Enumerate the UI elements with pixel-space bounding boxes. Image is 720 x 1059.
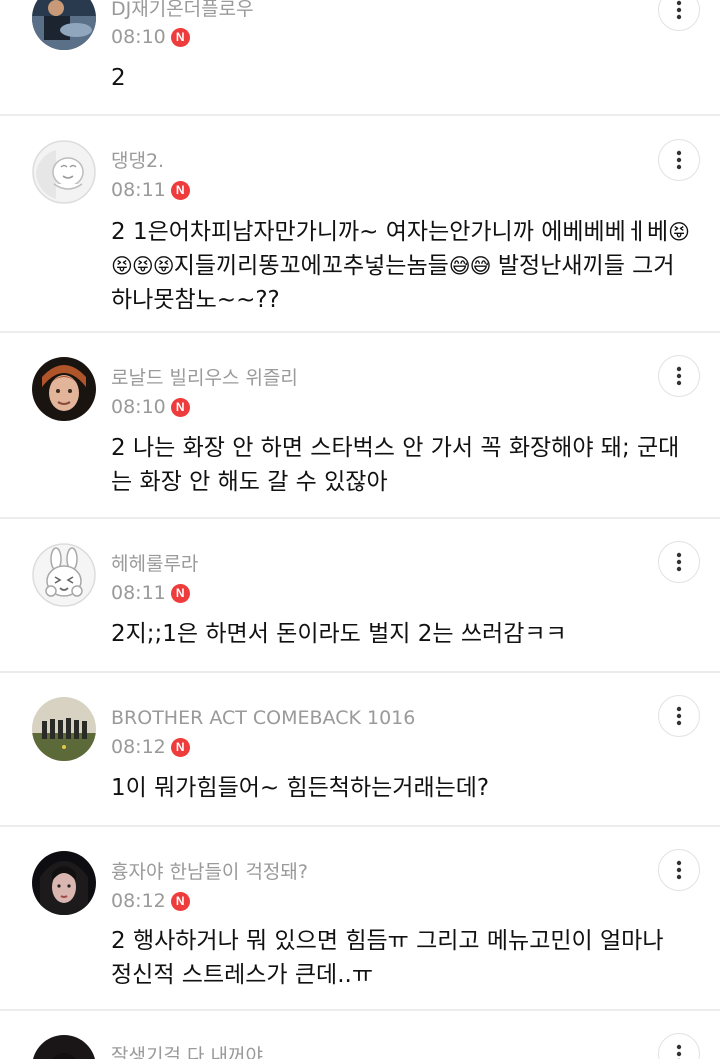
more-vertical-icon <box>676 552 682 572</box>
comment-item: 로날드 빌리우스 위즐리 08:10 N 2 나는 화장 안 하면 스타벅스 안… <box>0 333 720 519</box>
avatar[interactable] <box>32 1035 96 1059</box>
comment-text: 2 행사하거나 뭐 있으면 힘듬ㅠ 그리고 메뉴고민이 얼마나 정신적 스트레스… <box>111 928 664 988</box>
avatar[interactable] <box>32 697 96 761</box>
comment-item: 헤헤룰루라 08:11 N 2지;;1은 하면서 돈이라도 벌지 2는 쓰러감ㅋ… <box>0 519 720 673</box>
timestamp: 08:11 <box>111 582 166 604</box>
comment-meta: 08:10 N <box>111 395 190 419</box>
new-badge: N <box>170 397 190 417</box>
more-vertical-icon <box>676 366 682 386</box>
comment-text-part: 2 1은어차피남자만가니까~ 여자는안가니까 에베베베ㅔ베 <box>111 219 669 245</box>
comment-item: 흉자야 한남들이 걱정돼? 08:12 N 2 행사하거나 뭐 있으면 힘듬ㅠ … <box>0 827 720 1011</box>
author-name[interactable]: BROTHER ACT COMEBACK 1016 <box>111 706 415 730</box>
author-name[interactable]: 댕댕2. <box>111 149 164 173</box>
comment-meta: 08:12 N <box>111 735 190 759</box>
new-badge: N <box>170 180 190 200</box>
more-vertical-icon <box>676 860 682 880</box>
sweat-smile-emoji-icon: 😅😅 <box>448 254 492 278</box>
timestamp: 08:10 <box>111 396 166 418</box>
timestamp: 08:10 <box>111 26 166 48</box>
more-vertical-icon <box>676 706 682 726</box>
comment-text: 2 <box>111 65 126 91</box>
comment-text-part: 지들끼리똥꼬에꼬추넣는놈들 <box>173 253 449 279</box>
comment-item: 잘생기걸 다 내꺼야 <box>0 1011 720 1059</box>
timestamp: 08:11 <box>111 179 166 201</box>
more-options-button[interactable] <box>658 695 700 737</box>
new-badge: N <box>170 891 190 911</box>
comment-text: 2 1은어차피남자만가니까~ 여자는안가니까 에베베베ㅔ베😝😝😝😝지들끼리똥꼬에… <box>111 215 691 317</box>
author-name[interactable]: 잘생기걸 다 내꺼야 <box>111 1044 263 1059</box>
comment-text: 1이 뭐가힘들어~ 힘든척하는거래는데? <box>111 775 490 801</box>
more-options-button[interactable] <box>658 139 700 181</box>
more-options-button[interactable] <box>658 355 700 397</box>
more-options-button[interactable] <box>658 849 700 891</box>
comment-item: BROTHER ACT COMEBACK 1016 08:12 N 1이 뭐가힘… <box>0 673 720 827</box>
new-badge: N <box>170 27 190 47</box>
comment-text: 2지;;1은 하면서 돈이라도 벌지 2는 쓰러감ㅋㅋ <box>111 621 567 647</box>
comment-item: DJ재기온더플로우 08:10 N 2 <box>0 0 720 116</box>
comment-meta: 08:10 N <box>111 25 190 49</box>
avatar[interactable] <box>32 851 96 915</box>
avatar[interactable] <box>32 140 96 204</box>
comment-meta: 08:12 N <box>111 889 190 913</box>
more-vertical-icon <box>676 1044 682 1059</box>
author-name[interactable]: 헤헤룰루라 <box>111 552 198 576</box>
avatar[interactable] <box>32 543 96 607</box>
author-name[interactable]: 로날드 빌리우스 위즐리 <box>111 366 298 390</box>
comment-list: DJ재기온더플로우 08:10 N 2 댕댕2. 08:11 N 2 1은어차피… <box>0 0 720 1059</box>
more-options-button[interactable] <box>658 541 700 583</box>
more-options-button[interactable] <box>658 0 700 31</box>
more-vertical-icon <box>676 150 682 170</box>
timestamp: 08:12 <box>111 890 166 912</box>
comment-item: 댕댕2. 08:11 N 2 1은어차피남자만가니까~ 여자는안가니까 에베베베… <box>0 116 720 333</box>
author-name[interactable]: 흉자야 한남들이 걱정돼? <box>111 860 308 884</box>
avatar[interactable] <box>32 357 96 421</box>
comment-text: 2 나는 화장 안 하면 스타벅스 안 가서 꼭 화장해야 돼; 군대는 화장 … <box>111 435 680 495</box>
timestamp: 08:12 <box>111 736 166 758</box>
comment-meta: 08:11 N <box>111 581 190 605</box>
more-options-button[interactable] <box>658 1033 700 1059</box>
comment-meta: 08:11 N <box>111 178 190 202</box>
author-name[interactable]: DJ재기온더플로우 <box>111 0 254 21</box>
avatar[interactable] <box>32 0 96 50</box>
new-badge: N <box>170 737 190 757</box>
more-vertical-icon <box>676 0 682 20</box>
new-badge: N <box>170 583 190 603</box>
